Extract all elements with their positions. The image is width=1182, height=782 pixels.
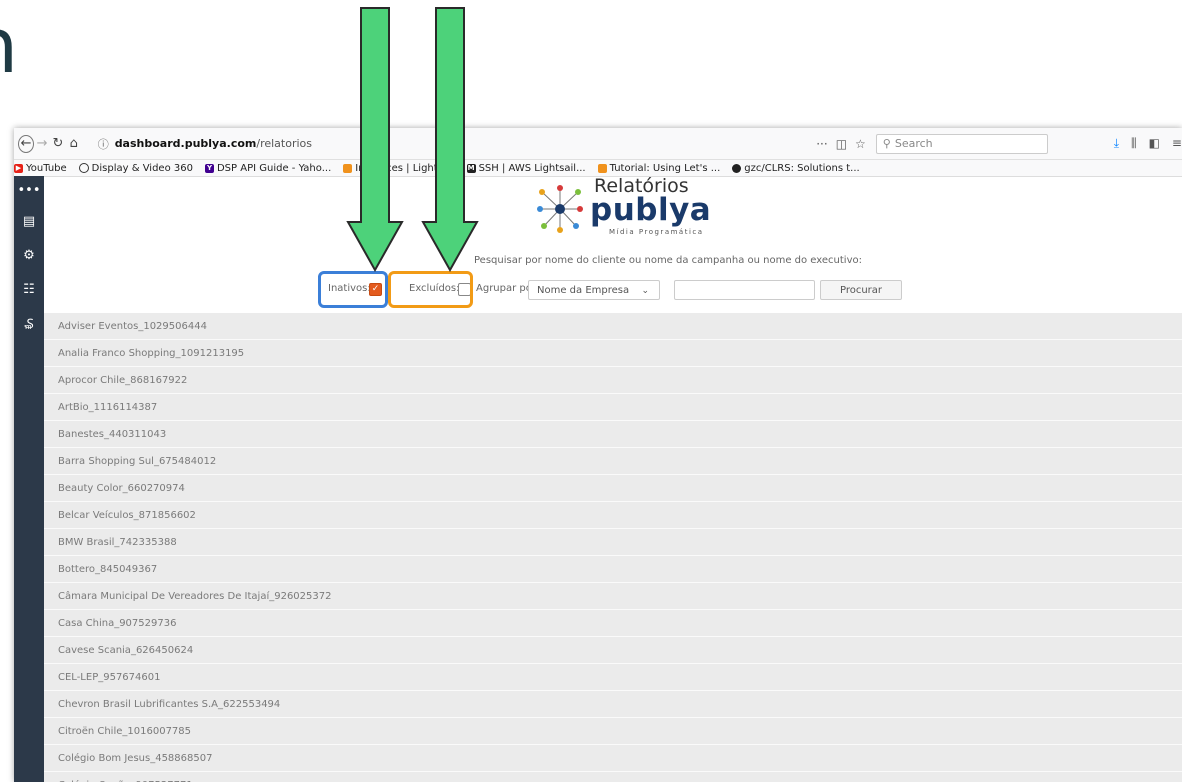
bookmark-dv360[interactable]: Display & Video 360 [78,163,193,174]
library-icon[interactable]: ⫼ [1131,136,1137,151]
menu-icon[interactable]: ≡ [1172,136,1182,151]
client-row[interactable]: Colégio Opção_907527771 [44,772,1182,782]
reports-icon[interactable]: ▤ [14,204,44,238]
url-host: dashboard.publya.com [114,137,257,150]
client-row[interactable]: ArtBio_1116114387 [44,394,1182,421]
client-row[interactable]: BMW Brasil_742335388 [44,529,1182,556]
client-list: Adviser Eventos_1029506444 Analia Franco … [44,313,1182,782]
down-arrow-icon [421,7,479,272]
chevron-down-icon: ⌄ [641,286,649,296]
client-row[interactable]: Beauty Color_660270974 [44,475,1182,502]
network-logo-icon [537,185,583,233]
logo-brand: publya [590,192,712,228]
down-arrow-icon [346,7,404,272]
right-tools: ⤓ ⫼ ◧ ≡ [1114,136,1182,151]
youtube-icon: ▶ [14,163,23,173]
client-row[interactable]: Cavese Scania_626450624 [44,637,1182,664]
client-row[interactable]: Câmara Municipal De Vereadores De Itajaí… [44,583,1182,610]
logo-subtitle: Mídia Programática [609,228,704,236]
gear-icon[interactable]: ⚙ [14,238,44,272]
bookmark-dsp-api[interactable]: Y DSP API Guide - Yaho... [204,163,331,174]
main-panel: Relatórios publya Mídia Programática Pes… [44,175,1182,782]
group-by-select[interactable]: Nome da Empresa ⌄ [528,280,660,300]
browser-toolbar: ← → ↻ ⌂ ⓘ dashboard.publya.com /relatori… [14,128,1182,160]
back-arrow-icon[interactable]: ← [18,134,35,153]
info-icon[interactable]: ⓘ [98,136,109,152]
client-row[interactable]: Colégio Bom Jesus_458868507 [44,745,1182,772]
client-row[interactable]: Citroën Chile_1016007785 [44,718,1182,745]
client-row[interactable]: CEL-LEP_957674601 [44,664,1182,691]
search-bar[interactable]: ⚲ Search [875,133,1048,154]
publya-logo: Relatórios publya Mídia Programática [534,175,714,238]
reload-icon[interactable]: ↻ [50,135,66,153]
slide-title-fragment: n [0,8,18,84]
excluidos-highlight-box [388,271,473,308]
client-row[interactable]: Chevron Brasil Lubrificantes S.A_6225534… [44,691,1182,718]
bookmark-ssh-lightsail[interactable]: M SSH | AWS Lightsail... [466,163,586,174]
list-icon[interactable]: ☷ [14,272,44,306]
url-path: /relatorios [256,137,312,150]
page-content: ••• ▤ ⚙ ☷ ₷ Relatórios publya Mídia Prog… [14,175,1182,782]
group-by-value: Nome da Empresa [537,285,630,296]
client-row[interactable]: Casa China_907529736 [44,610,1182,637]
client-row[interactable]: Banestes_440311043 [44,421,1182,448]
search-icon: ⚲ [882,137,891,150]
pocket-icon[interactable]: ◫ [836,137,847,151]
page-actions: ··· ◫ ☆ [816,137,866,151]
browser-window: ← → ↻ ⌂ ⓘ dashboard.publya.com /relatori… [14,128,1182,782]
inativos-highlight-box [318,271,388,308]
app-sidebar: ••• ▤ ⚙ ☷ ₷ [14,176,44,782]
search-button[interactable]: Procurar [820,280,902,300]
bookmark-tutorial[interactable]: Tutorial: Using Let's ... [597,163,720,174]
home-icon[interactable]: ⌂ [66,135,82,153]
client-row[interactable]: Barra Shopping Sul_675484012 [44,448,1182,475]
client-row[interactable]: Bottero_845049367 [44,556,1182,583]
lightsail-icon [597,163,607,173]
search-input[interactable] [674,280,815,300]
yahoo-icon: Y [204,163,214,173]
filter-bar: Inativos: ✓ Excluídos: Agrupar por: Nome… [44,277,1182,305]
search-label: Pesquisar por nome do cliente ou nome da… [474,255,862,266]
search-bar-placeholder: Search [894,137,933,150]
globe-icon [78,163,89,173]
client-row[interactable]: Analia Franco Shopping_1091213195 [44,340,1182,367]
more-actions-icon[interactable]: ··· [816,137,827,151]
bookmark-youtube[interactable]: ▶ YouTube [14,163,67,174]
download-icon[interactable]: ⤓ [1114,136,1119,151]
sidebar-toggle-icon[interactable]: ◧ [1149,136,1160,151]
bookmark-star-icon[interactable]: ☆ [855,137,866,151]
client-row[interactable]: Aprocor Chile_868167922 [44,367,1182,394]
forward-arrow-icon[interactable]: → [34,135,50,153]
github-icon [732,163,742,173]
campaign-icon[interactable]: ₷ [14,306,44,340]
client-row[interactable]: Adviser Eventos_1029506444 [44,313,1182,340]
more-icon[interactable]: ••• [14,176,44,204]
bookmark-clrs[interactable]: gzc/CLRS: Solutions t... [732,163,860,174]
client-row[interactable]: Belcar Veículos_871856602 [44,502,1182,529]
